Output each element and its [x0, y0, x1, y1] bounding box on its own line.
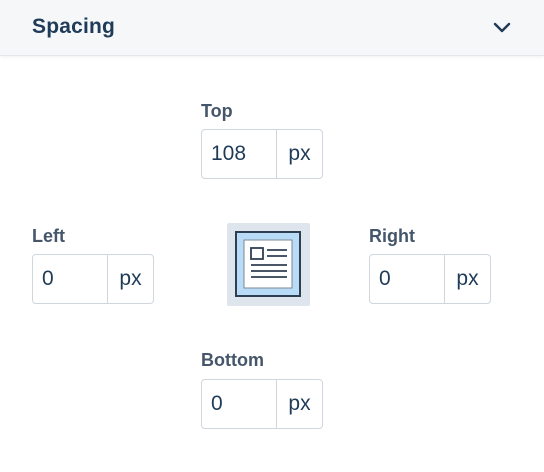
bottom-field: px [201, 379, 323, 429]
top-unit: px [276, 130, 322, 178]
left-label: Left [32, 226, 65, 246]
bottom-input[interactable] [202, 380, 276, 428]
bottom-unit: px [276, 380, 322, 428]
layout-preview-icon [227, 223, 310, 306]
panel-header[interactable]: Spacing [0, 0, 544, 56]
left-unit: px [107, 255, 153, 303]
left-field: px [32, 254, 154, 304]
spacing-panel: Spacing Top px Left px Right [0, 0, 544, 472]
chevron-down-icon[interactable] [490, 16, 514, 40]
panel-title: Spacing [32, 15, 116, 38]
top-input[interactable] [202, 130, 276, 178]
right-unit: px [444, 255, 490, 303]
right-label: Right [369, 226, 415, 246]
right-input[interactable] [370, 255, 444, 303]
right-field: px [369, 254, 491, 304]
left-input[interactable] [33, 255, 107, 303]
top-field: px [201, 129, 323, 179]
bottom-label: Bottom [201, 350, 264, 370]
top-label: Top [201, 101, 233, 121]
